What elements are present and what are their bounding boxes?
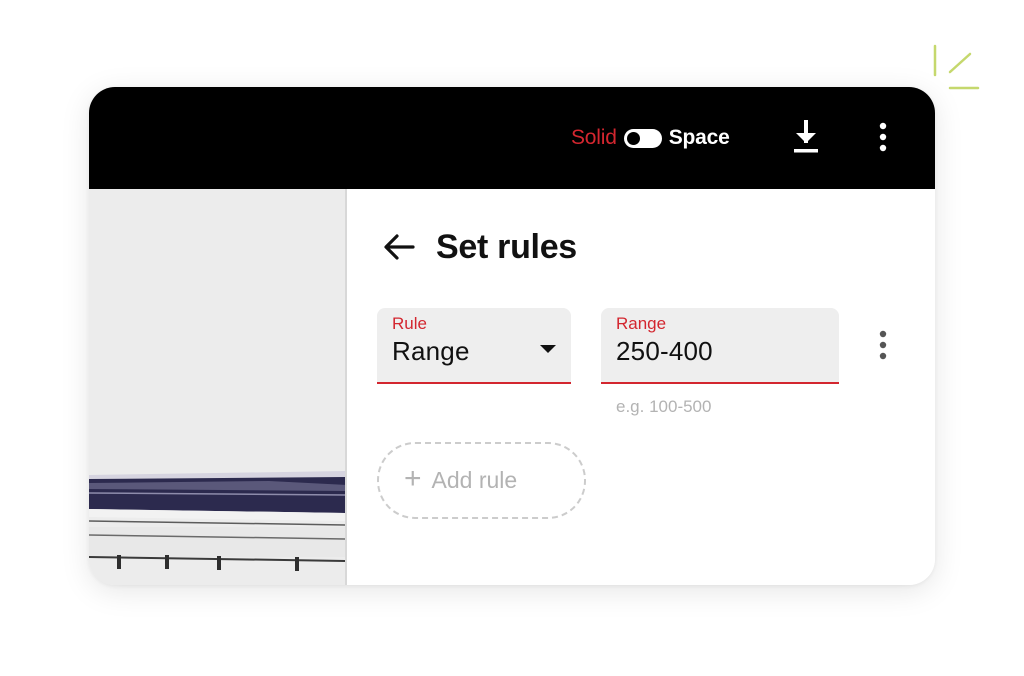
mode-solid-label: Solid	[571, 126, 617, 149]
rule-select[interactable]: Rule Range	[377, 308, 571, 384]
more-vertical-icon[interactable]	[871, 327, 895, 365]
more-vertical-icon[interactable]	[871, 119, 895, 157]
toggle-knob	[626, 132, 640, 145]
rules-panel: Set rules Rule Range Range 250-400 e.g. …	[349, 189, 935, 585]
panel-title: Set rules	[436, 228, 577, 266]
rule-select-value: Range	[392, 336, 470, 366]
range-hint-text: e.g. 100-500	[616, 397, 712, 416]
decorative-accent-lines	[933, 44, 980, 90]
rule-select-label: Rule	[392, 314, 427, 333]
download-icon[interactable]	[789, 119, 823, 157]
add-rule-button[interactable]: + Add rule	[377, 442, 586, 519]
range-input-value[interactable]: 250-400	[616, 336, 713, 367]
plus-icon: +	[404, 462, 422, 495]
mode-toggle[interactable]	[623, 129, 662, 148]
arrow-left-icon[interactable]	[381, 229, 417, 265]
3d-model-image	[89, 469, 345, 585]
add-rule-label: Add rule	[431, 467, 518, 493]
range-input-label: Range	[616, 314, 667, 333]
range-input[interactable]: Range 250-400	[601, 308, 839, 384]
app-window: Solid Space Set rules Rule Range Range 2…	[89, 87, 935, 585]
mode-space-label: Space	[668, 126, 730, 149]
top-bar: Solid Space	[89, 87, 935, 189]
mode-switch[interactable]: Solid Space	[571, 125, 730, 151]
model-preview-pane[interactable]	[89, 189, 347, 585]
page: Solid Space Set rules Rule Range Range 2…	[0, 0, 1024, 676]
caret-down-icon	[540, 345, 556, 353]
